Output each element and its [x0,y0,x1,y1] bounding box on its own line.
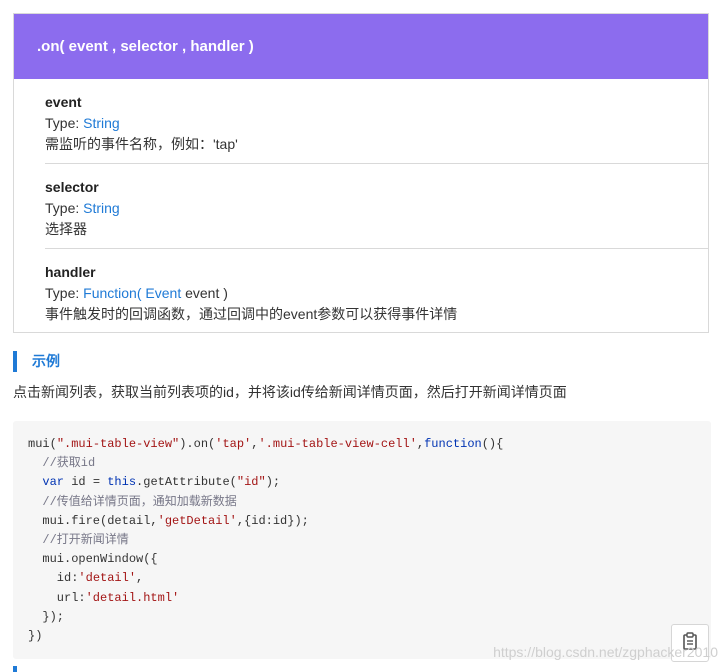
code-line: //获取id [42,456,96,471]
code-line: mui.fire(detail,'getDetail',{id:id}); [28,513,309,528]
next-section-accent-bar [13,666,17,672]
code-lines: mui(".mui-table-view").on('tap','.mui-ta… [28,435,503,646]
param-type: Type: String [45,115,120,131]
param-handler: handler Type: Function( Event event ) 事件… [45,262,708,325]
param-description: 事件触发时的回调函数，通过回调中的event参数可以获得事件详情 [45,306,458,322]
type-link[interactable]: String [83,115,120,131]
param-type: Type: Function( Event event ) [45,285,228,301]
api-signature: .on( event , selector , handler ) [14,14,708,79]
param-name: handler [45,264,96,280]
heading-accent-bar [13,351,17,372]
api-card: .on( event , selector , handler ) event … [13,13,709,333]
param-name: selector [45,179,99,195]
code-line: id:'detail', [28,571,144,586]
param-event: event Type: String 需监听的事件名称，例如：'tap' [45,92,708,155]
code-line: //传值给详情页面，通知加载新数据 [42,494,237,509]
section-description: 点击新闻列表，获取当前列表项的id，并将该id传给新闻详情页面，然后打开新闻详情… [13,384,567,400]
section-heading: 示例 [13,351,313,372]
watermark: https://blog.csdn.net/zgphacker2010 [493,644,718,660]
code-line: //打开新闻详情 [42,532,129,547]
divider [45,163,708,164]
type-link[interactable]: String [83,200,120,216]
section-title: 示例 [32,353,60,369]
param-selector: selector Type: String 选择器 [45,177,708,240]
code-line: mui(".mui-table-view").on('tap','.mui-ta… [28,437,504,451]
param-description: 选择器 [45,221,87,237]
code-line: mui.openWindow({ [28,552,158,567]
code-line: }) [28,628,43,643]
code-line: url:'detail.html' [28,590,180,605]
param-name: event [45,94,82,110]
code-block[interactable]: mui(".mui-table-view").on('tap','.mui-ta… [13,421,711,659]
param-type: Type: String [45,200,120,216]
divider [45,248,708,249]
type-link[interactable]: Event [145,285,181,301]
param-description: 需监听的事件名称，例如：'tap' [45,136,238,152]
code-line: var id = this.getAttribute("id"); [42,475,281,490]
code-line: }); [28,609,65,624]
type-link[interactable]: Function [83,285,137,301]
